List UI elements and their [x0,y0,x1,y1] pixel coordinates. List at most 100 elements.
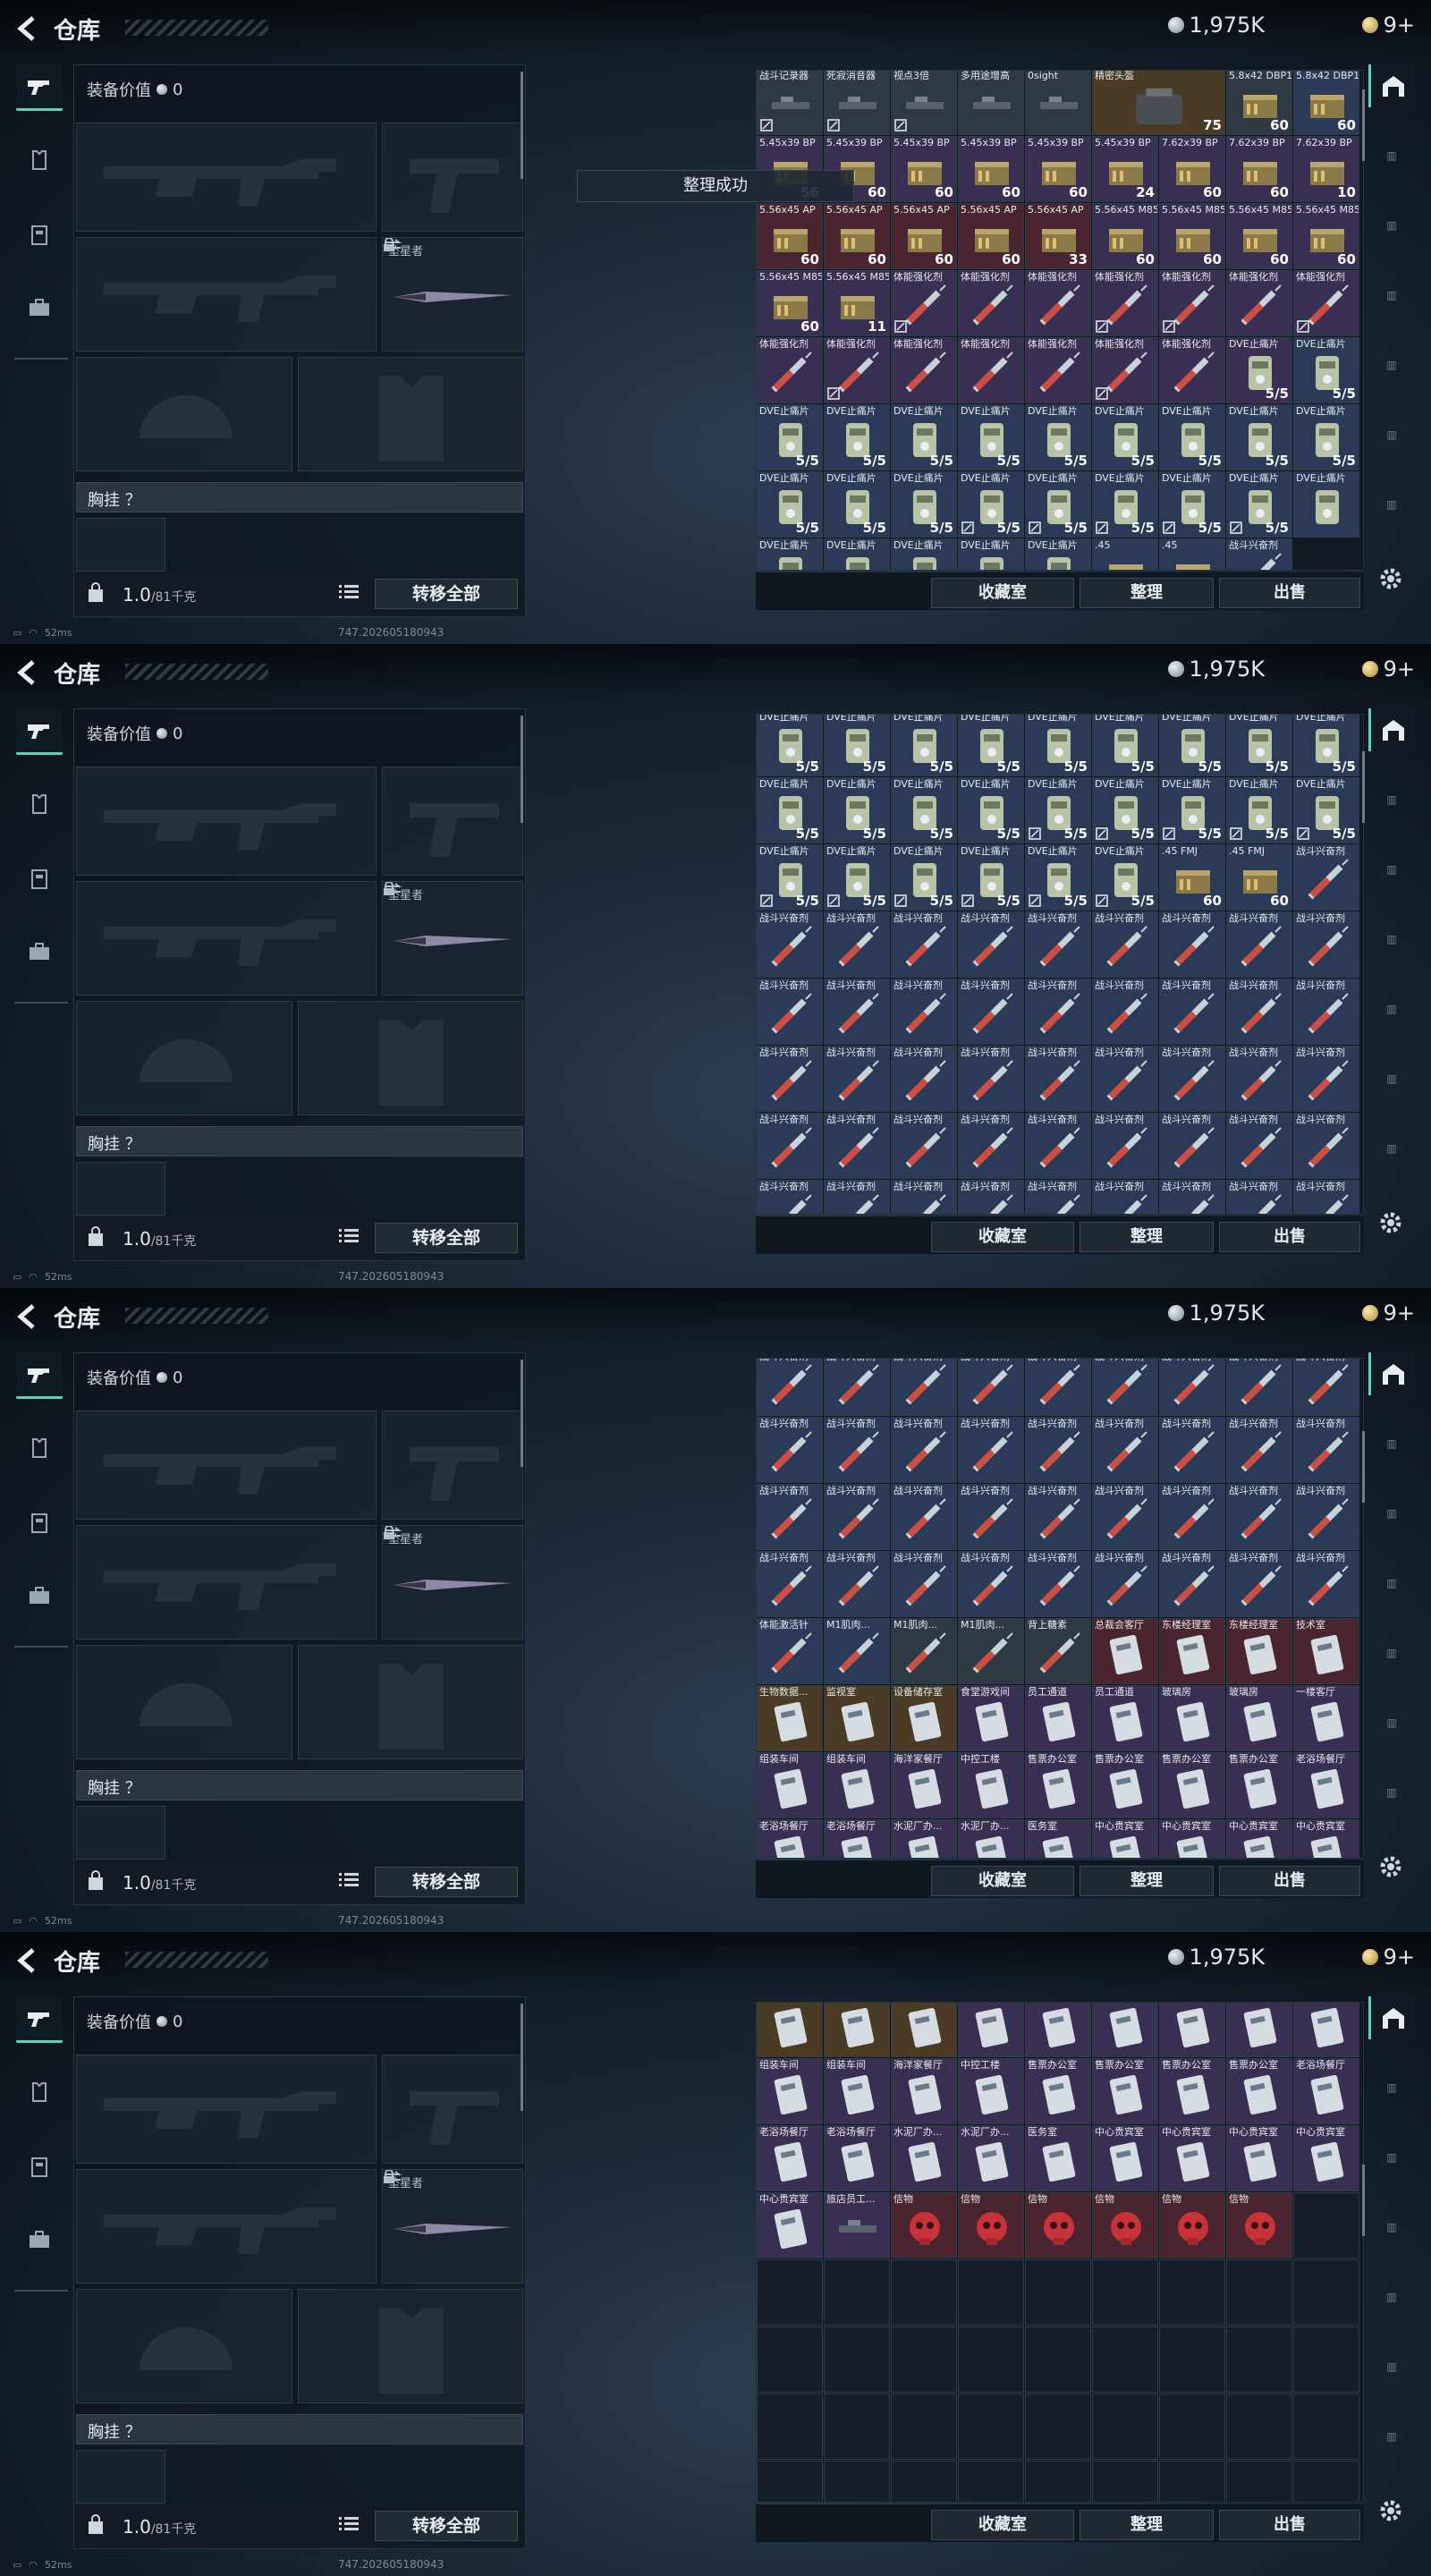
inventory-item[interactable]: .45 FMJ 60 [1159,844,1225,911]
tab-weapons[interactable] [16,1352,63,1399]
back-button[interactable] [13,655,41,691]
chest-rig-header[interactable]: 胸挂 ？ [76,1126,523,1157]
empty-cell[interactable] [1092,2461,1158,2502]
inventory-item[interactable]: DVE止痛片 [1025,538,1091,570]
inventory-item[interactable]: DVE止痛片 5/5 [958,777,1024,843]
warehouse-scrollbar[interactable] [1362,1431,1365,1503]
tab-storage-2[interactable]: ▥ [1368,2066,1415,2109]
inventory-item[interactable]: 海洋家餐厅 [891,1752,957,1818]
inventory-item[interactable]: 售票办公室 [1025,2058,1091,2124]
empty-cell[interactable] [757,2259,823,2326]
helmet-slot[interactable] [76,2289,292,2403]
inventory-item[interactable]: 战斗兴奋剂 [824,1180,890,1214]
inventory-item[interactable]: 5.56x45 AP 33 [1025,203,1091,269]
inventory-item[interactable]: 体能强化剂 [1293,270,1359,336]
inventory-item[interactable]: 老浴场餐厅 [1293,2058,1359,2124]
tab-storage-2[interactable]: ▥ [1368,1422,1415,1465]
pistol-slot[interactable] [382,1411,523,1520]
settings-gear-icon[interactable] [1377,2497,1404,2524]
inventory-item[interactable]: 战斗兴奋剂 [891,1551,957,1617]
inventory-item[interactable]: 员工通道 [1025,1685,1091,1751]
settings-gear-icon[interactable] [1377,565,1404,592]
tab-storage-7[interactable]: ▥ [1368,2415,1415,2458]
inventory-item[interactable]: 水泥厂办... [958,2125,1024,2191]
inventory-item[interactable]: 战斗兴奋剂 [1293,1484,1359,1550]
empty-cell[interactable] [1159,2394,1225,2460]
inventory-item[interactable]: 战斗记录器 [757,71,823,135]
inventory-item[interactable]: 战斗兴奋剂 [1226,1417,1292,1483]
inventory-item[interactable]: 战斗兴奋剂 [1293,844,1359,911]
inventory-item[interactable]: 战斗兴奋剂 [824,979,890,1045]
currency-display[interactable]: 1,975K [1167,657,1265,682]
inventory-item[interactable]: 老浴场餐厅 [824,1819,890,1858]
warehouse-scrollbar[interactable] [1362,2165,1365,2236]
inventory-item[interactable]: 战斗兴奋剂 [1159,1046,1225,1112]
inventory-item[interactable]: 售票办公室 [1092,2058,1158,2124]
tab-backpack[interactable] [16,2216,63,2263]
inventory-item[interactable]: 战斗兴奋剂 [1025,911,1091,978]
tab-storage-main[interactable] [1368,1352,1415,1395]
tab-weapons[interactable] [16,1996,63,2043]
inventory-item[interactable]: 战斗兴奋剂 [757,979,823,1045]
inventory-item[interactable]: 设备储存室 [891,1685,957,1751]
inventory-item[interactable]: DVE止痛片 5/5 [891,715,957,776]
inventory-item[interactable]: 战斗兴奋剂 [1293,1417,1359,1483]
tab-rig[interactable] [16,2143,63,2190]
inventory-item[interactable]: 战斗兴奋剂 [1293,1551,1359,1617]
inventory-item[interactable]: 信物 [958,2192,1024,2258]
settings-gear-icon[interactable] [1377,1209,1404,1236]
collection-button[interactable]: 收藏室 [931,1222,1074,1252]
inventory-item[interactable]: 东楼经理室 [1226,1618,1292,1684]
inventory-item[interactable]: 东楼经理室 [1159,1618,1225,1684]
inventory-item[interactable]: 玻璃房 [1159,2003,1225,2057]
tab-storage-4[interactable]: ▥ [1368,918,1415,961]
inventory-item[interactable]: 战斗兴奋剂 [1025,1113,1091,1179]
tab-storage-main[interactable] [1368,64,1415,107]
inventory-item[interactable]: 战斗兴奋剂 [1226,1551,1292,1617]
inventory-item[interactable]: 5.56x45 M855A1 60 [1159,203,1225,269]
tab-armor[interactable] [16,138,63,184]
ticket-display[interactable]: 9+ [1361,1301,1415,1326]
empty-cell[interactable] [824,2461,890,2502]
inventory-item[interactable]: 5.45x39 BP 60 [891,136,957,202]
transfer-all-button[interactable]: 转移全部 [375,2511,518,2541]
inventory-item[interactable]: 中控工楼 [958,2058,1024,2124]
inventory-item[interactable]: 生物数据... [757,2003,823,2057]
inventory-item[interactable]: 战斗兴奋剂 [1159,1417,1225,1483]
inventory-item[interactable]: 战斗兴奋剂 [824,1046,890,1112]
sell-button[interactable]: 出售 [1219,2510,1360,2540]
inventory-item[interactable]: 战斗兴奋剂 [824,1417,890,1483]
inventory-item[interactable]: DVE止痛片 5/5 [1025,777,1091,843]
inventory-item[interactable]: 战斗兴奋剂 [958,1180,1024,1214]
tab-storage-2[interactable]: ▥ [1368,778,1415,821]
inventory-item[interactable]: 中心贵宾室 [1293,2125,1359,2191]
inventory-item[interactable]: 战斗兴奋剂 [757,1113,823,1179]
inventory-item[interactable]: 监视室 [824,2003,890,2057]
list-icon[interactable] [339,1228,359,1244]
empty-cell[interactable] [958,2326,1024,2393]
tab-rig[interactable] [16,855,63,902]
inventory-item[interactable]: 战斗兴奋剂 [1226,1046,1292,1112]
ticket-display[interactable]: 9+ [1361,657,1415,682]
empty-cell[interactable] [1293,2394,1359,2460]
inventory-item[interactable]: DVE止痛片 5/5 [1293,337,1359,403]
inventory-item[interactable]: DVE止痛片 5/5 [1092,404,1158,470]
inventory-item[interactable]: 战斗兴奋剂 [824,1551,890,1617]
inventory-item[interactable]: 战斗兴奋剂 [1293,979,1359,1045]
inventory-item[interactable]: 医务室 [1025,2125,1091,2191]
inventory-item[interactable]: 战斗兴奋剂 [1159,1484,1225,1550]
inventory-item[interactable]: DVE止痛片 5/5 [958,844,1024,911]
inventory-item[interactable]: 战斗兴奋剂 [1092,1484,1158,1550]
inventory-item[interactable]: DVE止痛片 5/5 [1092,471,1158,538]
inventory-item[interactable]: 售票办公室 [1226,2058,1292,2124]
chest-rig-slot[interactable] [76,1806,165,1860]
inventory-item[interactable]: 信物 [891,2192,957,2258]
inventory-item[interactable]: 5.56x45 AP 60 [891,203,957,269]
empty-cell[interactable] [1226,2461,1292,2502]
empty-cell[interactable] [1226,2259,1292,2326]
inventory-item[interactable]: 总裁会客厅 [1092,1618,1158,1684]
sort-button[interactable]: 整理 [1080,578,1214,608]
inventory-item[interactable]: 5.45x39 BP 24 [1092,136,1158,202]
inventory-item[interactable]: 战斗兴奋剂 [1159,1180,1225,1214]
inventory-item[interactable]: DVE止痛片 5/5 [1092,844,1158,911]
